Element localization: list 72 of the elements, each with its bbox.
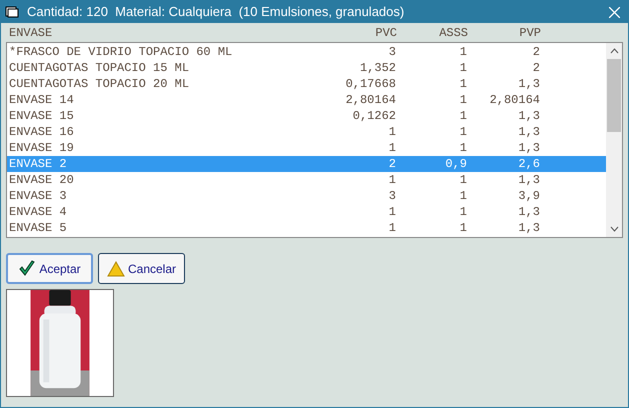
table-cell-text: 1 (458, 172, 467, 189)
table-cell-text: ENVASE 4 (9, 204, 68, 221)
scroll-thumb[interactable] (607, 59, 621, 132)
table-cell-text: 1 (388, 204, 396, 221)
table-cell-text: ENVASE 15 (9, 108, 75, 125)
table-cell-text: 1 (388, 140, 396, 157)
table-row[interactable]: ENVASE 3 3 1 3,9 (7, 188, 606, 204)
table-cell-text: 0,17668 (344, 76, 396, 93)
table-cell-text: 1 (458, 76, 467, 93)
table-cell-text: 1 (458, 124, 467, 141)
table-cell-text: 2,80164 (488, 92, 540, 109)
table-cell-text: ENVASE 20 (9, 172, 75, 189)
table-cell-text: 1,3 (517, 220, 540, 237)
column-header: ENVASE (9, 24, 54, 42)
table-cell-text: 1 (388, 172, 396, 189)
table-cell-text: 2,80164 (344, 92, 396, 109)
table-cell-text: 2 (532, 44, 540, 61)
table-cell-text: 3 (388, 44, 396, 61)
check-icon (18, 260, 36, 278)
table-row[interactable]: ENVASE 19 1 1 1,3 (7, 140, 606, 156)
column-header: PVC (374, 24, 397, 42)
table-cell-text: ENVASE 3 (9, 188, 68, 205)
table-cell-text: 0,9 (444, 156, 467, 173)
table-row[interactable]: ENVASE 5 1 1 1,3 (7, 220, 606, 236)
table-cell-text: CUENTAGOTAS TOPACIO 15 ML (9, 60, 190, 77)
table-cell-text: 3 (388, 188, 396, 205)
window-icon (5, 6, 19, 18)
table-cell-text: ENVASE 19 (9, 140, 75, 157)
close-icon (608, 6, 620, 18)
table-cell-text: 1 (458, 140, 467, 157)
table-cell-text: 1 (458, 220, 467, 237)
table-cell-text: 1 (388, 220, 396, 237)
table-cell-text: 1,352 (358, 60, 396, 77)
table-cell-text: CUENTAGOTAS TOPACIO 20 ML (9, 76, 190, 93)
table-cell-text: 1 (458, 92, 467, 109)
table-row[interactable]: *FRASCO DE VIDRIO TOPACIO 60 ML 3 1 2 (7, 44, 606, 60)
table-cell-text: 1,3 (517, 124, 540, 141)
table-cell-text: 1 (458, 108, 467, 125)
table-cell-text: 1,3 (517, 108, 540, 125)
table-row[interactable]: ENVASE 16 1 1 1,3 (7, 124, 606, 140)
table-row[interactable]: ENVASE 14 2,80164 1 2,80164 (7, 92, 606, 108)
table-row[interactable]: CUENTAGOTAS TOPACIO 15 ML 1,352 1 2 (7, 60, 606, 76)
table-cell-text: ENVASE 2 (9, 156, 68, 173)
table-cell-text: 1 (458, 204, 467, 221)
scrollbar[interactable] (606, 43, 622, 237)
table-row[interactable]: CUENTAGOTAS TOPACIO 20 ML 0,17668 1 1,3 (7, 76, 606, 92)
table-cell-text: ENVASE 16 (9, 124, 75, 141)
window-title: Cantidad: 120 Material: Cualquiera (10 Emulsiones, granulados) (27, 3, 406, 22)
table-cell-text: 1,3 (517, 76, 540, 93)
table-cell-text: 1,3 (517, 140, 540, 157)
table-cell-text: 3,9 (517, 188, 540, 205)
table-cell-text: 1 (388, 124, 396, 141)
accept-button[interactable]: Aceptar (6, 253, 93, 284)
table-cell-text: 2 (532, 60, 540, 77)
table-row[interactable]: ENVASE 20 1 1 1,3 (7, 172, 606, 188)
cancel-button[interactable]: Cancelar (98, 253, 185, 284)
table-row[interactable]: ENVASE 4 1 1 1,3 (7, 204, 606, 220)
table-cell-text: 2 (388, 156, 396, 173)
table-cell-text: ENVASE 5 (9, 220, 68, 237)
table-cell-text: *FRASCO DE VIDRIO TOPACIO 60 ML (9, 44, 234, 61)
table-cell-text: 1 (458, 60, 467, 77)
table-cell-text: 2,6 (517, 156, 540, 173)
table-row[interactable]: ENVASE 15 0,1262 1 1,3 (7, 108, 606, 124)
warning-icon (106, 260, 125, 276)
column-header: PVP (518, 24, 541, 42)
table-cell-text: ENVASE 14 (9, 92, 75, 109)
table-cell-text: 0,1262 (352, 108, 396, 125)
table-cell-text: 1 (458, 188, 467, 205)
table-cell-text: 1,3 (517, 172, 540, 189)
table-cell-text: 1,3 (517, 204, 540, 221)
column-header: ASSS (438, 24, 468, 42)
table-cell-text: 1 (458, 44, 467, 61)
